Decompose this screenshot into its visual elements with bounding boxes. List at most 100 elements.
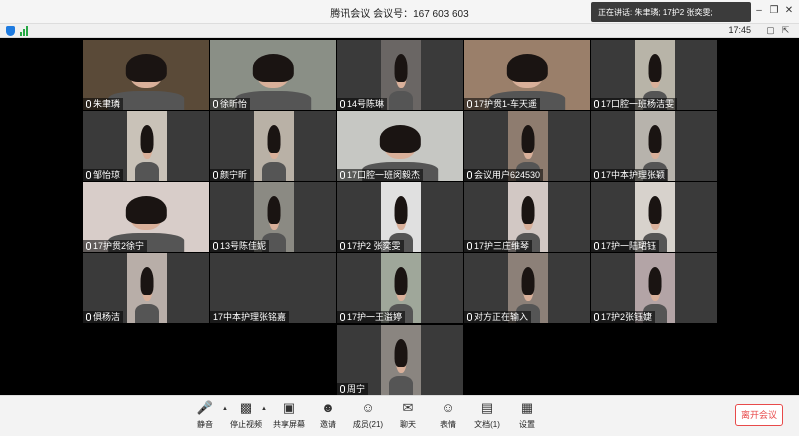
smiley-icon: ☺ bbox=[441, 400, 455, 415]
fullscreen-icon[interactable]: ⇱ bbox=[780, 25, 791, 36]
reactions-button[interactable]: ☺ 表情 bbox=[428, 400, 468, 430]
participant-name-label: 17护2张钰婕 bbox=[591, 311, 656, 323]
add-person-icon: ☻ bbox=[321, 400, 335, 415]
meeting-clock: 17:45 bbox=[728, 25, 751, 35]
participant-tile[interactable]: 17护三庄维琴 bbox=[464, 182, 590, 252]
mute-button[interactable]: 🎤 静音 bbox=[185, 400, 225, 430]
participant-tile[interactable]: 17护贯1-车天遥 bbox=[464, 40, 590, 110]
title-bar: 腾讯会议 会议号：167 603 603 正在讲话: 朱聿璘; 17护2 张奕雯… bbox=[0, 0, 799, 24]
microphone-icon: 🎤 bbox=[196, 400, 214, 415]
participant-tile[interactable]: 17口腔一班杨洁雯 bbox=[591, 40, 717, 110]
participant-name: 17护贯2徐宁 bbox=[93, 241, 145, 251]
video-button[interactable]: ▩ 停止视频 bbox=[226, 400, 266, 430]
participant-video bbox=[254, 111, 294, 181]
participant-name: 17口腔一班闵毅杰 bbox=[347, 170, 421, 180]
participant-name-label: 俱杨洁 bbox=[83, 311, 124, 323]
meeting-toolbar: 🎤 静音 ▲ ▩ 停止视频 ▲ ▣ 共享屏幕 ☻ 邀请 ☺ 成员(21) ✉ 聊… bbox=[0, 395, 799, 436]
participant-name-label: 徐昕怡 bbox=[210, 98, 251, 110]
microphone-icon bbox=[467, 242, 472, 250]
close-icon[interactable]: ✕ bbox=[782, 4, 796, 18]
microphone-icon bbox=[86, 100, 91, 108]
participant-name: 17护一王溢婷 bbox=[347, 312, 403, 322]
microphone-icon bbox=[86, 242, 91, 250]
participant-name-label: 17护一王溢婷 bbox=[337, 311, 406, 323]
participant-silhouette bbox=[262, 125, 286, 181]
participant-name: 邹怡琼 bbox=[93, 170, 121, 180]
participant-tile[interactable]: 17护一陆珺钰 bbox=[591, 182, 717, 252]
participant-name-label: 17护一陆珺钰 bbox=[591, 240, 660, 252]
shield-icon[interactable] bbox=[6, 26, 15, 36]
minimize-icon[interactable]: – bbox=[752, 4, 766, 18]
participant-tile[interactable]: 17口腔一班闵毅杰 bbox=[337, 111, 463, 181]
leave-meeting-button[interactable]: 离开会议 bbox=[735, 404, 783, 426]
participant-name-label: 17护2 张奕雯 bbox=[337, 240, 404, 252]
microphone-icon bbox=[340, 100, 345, 108]
participant-tile[interactable]: 17中本护理张铭嘉 bbox=[210, 253, 336, 323]
documents-button[interactable]: ▤ 文档(1) bbox=[467, 400, 507, 430]
participant-tile[interactable]: 17中本护理张颖 bbox=[591, 111, 717, 181]
microphone-icon bbox=[86, 313, 91, 321]
participant-name-label: 17中本护理张铭嘉 bbox=[210, 311, 290, 323]
participant-name: 17护三庄维琴 bbox=[474, 241, 530, 251]
participant-name-label: 13号陈佳妮 bbox=[210, 240, 270, 252]
participant-name-label: 邹怡琼 bbox=[83, 169, 124, 181]
microphone-icon bbox=[594, 171, 599, 179]
participant-name-label: 周宁 bbox=[337, 383, 369, 395]
participant-name: 周宁 bbox=[347, 384, 366, 394]
participant-silhouette bbox=[135, 125, 159, 181]
participant-tile[interactable]: 徐昕怡 bbox=[210, 40, 336, 110]
microphone-icon bbox=[213, 100, 218, 108]
participant-tile[interactable]: 朱聿璘 bbox=[83, 40, 209, 110]
participant-tile[interactable]: 17护贯2徐宁 bbox=[83, 182, 209, 252]
participant-tile[interactable]: 14号陈琳 bbox=[337, 40, 463, 110]
participant-silhouette bbox=[389, 54, 413, 110]
participant-tile[interactable]: 17护2张钰婕 bbox=[591, 253, 717, 323]
status-bar: 17:45 ▢ ⇱ bbox=[0, 24, 799, 38]
microphone-icon bbox=[467, 100, 472, 108]
participant-tile[interactable]: 13号陈佳妮 bbox=[210, 182, 336, 252]
participant-tile[interactable]: 17护2 张奕雯 bbox=[337, 182, 463, 252]
participant-name: 17护2张钰婕 bbox=[601, 312, 653, 322]
participant-name-label: 17护贯1-车天遥 bbox=[464, 98, 541, 110]
participant-tile[interactable]: 颜宁昕 bbox=[210, 111, 336, 181]
people-icon: ☺ bbox=[361, 400, 375, 415]
signal-icon[interactable] bbox=[20, 26, 30, 36]
video-camera-icon: ▩ bbox=[239, 400, 253, 415]
participant-name: 对方正在输入 bbox=[474, 312, 529, 322]
participant-tile[interactable]: 周宁 bbox=[337, 325, 463, 395]
participant-name-label: 14号陈琳 bbox=[337, 98, 388, 110]
chat-button[interactable]: ✉ 聊天 bbox=[388, 400, 428, 430]
maximize-icon[interactable]: ❐ bbox=[767, 4, 781, 18]
invite-button[interactable]: ☻ 邀请 bbox=[308, 400, 348, 430]
video-options-chevron-icon[interactable]: ▲ bbox=[261, 406, 267, 412]
participant-name: 17护贯1-车天遥 bbox=[474, 99, 538, 109]
participant-name-label: 17口腔一班杨洁雯 bbox=[591, 98, 678, 110]
participant-video bbox=[381, 325, 421, 395]
participant-name: 14号陈琳 bbox=[347, 99, 385, 109]
participant-name-label: 对方正在输入 bbox=[464, 311, 532, 323]
chat-icon: ✉ bbox=[402, 400, 414, 415]
participant-tile[interactable]: 17护一王溢婷 bbox=[337, 253, 463, 323]
participant-tile[interactable]: 俱杨洁 bbox=[83, 253, 209, 323]
participant-name: 徐昕怡 bbox=[220, 99, 248, 109]
document-icon: ▤ bbox=[480, 400, 494, 415]
participant-name: 17护一陆珺钰 bbox=[601, 241, 657, 251]
settings-button[interactable]: ▦ 设置 bbox=[507, 400, 547, 430]
participant-tile[interactable]: 对方正在输入 bbox=[464, 253, 590, 323]
microphone-icon bbox=[594, 242, 599, 250]
grid-icon: ▦ bbox=[520, 400, 534, 415]
participant-name: 朱聿璘 bbox=[93, 99, 121, 109]
participant-tile[interactable]: 会议用户624530 bbox=[464, 111, 590, 181]
microphone-icon bbox=[340, 385, 345, 393]
participant-name-label: 颜宁昕 bbox=[210, 169, 251, 181]
microphone-icon bbox=[340, 171, 345, 179]
participant-name-label: 17口腔一班闵毅杰 bbox=[337, 169, 424, 181]
participant-name: 17中本护理张铭嘉 bbox=[213, 312, 287, 322]
microphone-icon bbox=[594, 100, 599, 108]
microphone-icon bbox=[594, 313, 599, 321]
members-button[interactable]: ☺ 成员(21) bbox=[348, 400, 388, 430]
layout-icon[interactable]: ▢ bbox=[765, 25, 776, 36]
participant-tile[interactable]: 邹怡琼 bbox=[83, 111, 209, 181]
share-screen-button[interactable]: ▣ 共享屏幕 bbox=[269, 400, 309, 430]
screen-share-icon: ▣ bbox=[282, 400, 296, 415]
